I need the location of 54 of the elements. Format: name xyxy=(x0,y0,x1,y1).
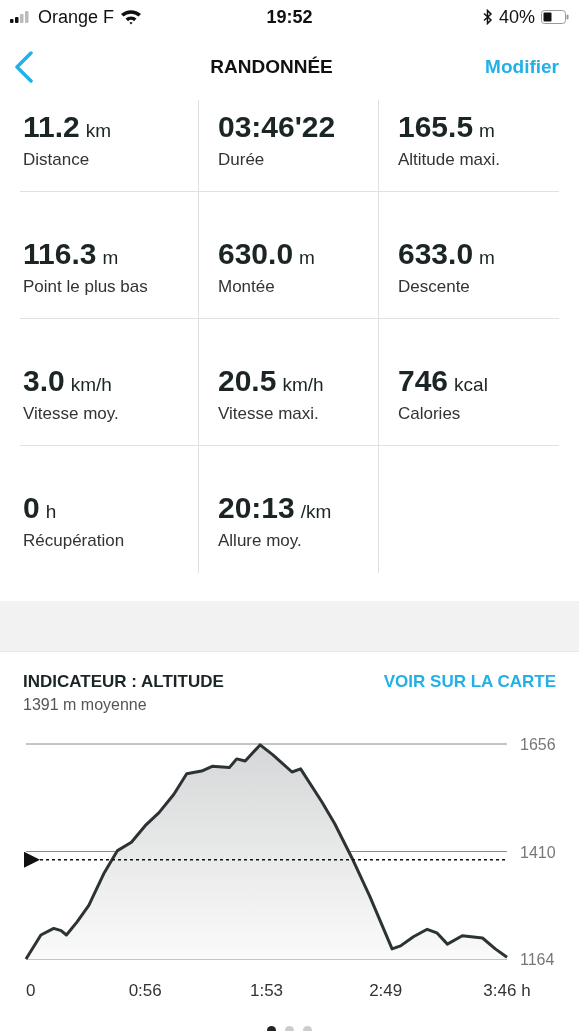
y-tick-label: 1410 xyxy=(520,843,556,861)
stat-value: 20.5 xyxy=(218,364,277,398)
stat-label: Point le plus bas xyxy=(23,277,149,297)
stat-unit: m xyxy=(102,247,119,269)
chart-title: INDICATEUR : ALTITUDE xyxy=(23,672,224,692)
stat-unit: km xyxy=(85,120,112,142)
signal-icon xyxy=(10,11,32,23)
edit-button[interactable]: Modifier xyxy=(485,56,559,78)
stat-label: Durée xyxy=(218,150,266,170)
stat-label: Montée xyxy=(218,277,276,297)
carrier-name: Orange F xyxy=(38,6,115,28)
x-tick-label: 3:46 h xyxy=(483,981,531,1000)
stat-value: 630.0 xyxy=(218,237,294,271)
stat-value: 746 xyxy=(398,364,449,398)
stat-value: 3.0 xyxy=(23,364,65,398)
stat-unit: /km xyxy=(300,501,332,523)
stat-label: Allure moy. xyxy=(218,531,303,551)
battery-icon xyxy=(541,10,569,24)
stat-label: Récupération xyxy=(23,531,126,551)
stat-value: 116.3 xyxy=(23,237,97,271)
status-time: 19:52 xyxy=(266,6,313,28)
stat-label: Distance xyxy=(23,150,91,170)
view-on-map-link[interactable]: VOIR SUR LA CARTE xyxy=(383,672,556,692)
stat-value: 633.0 xyxy=(398,237,474,271)
x-tick-label: 1:53 xyxy=(249,981,284,1000)
average-marker-icon xyxy=(24,851,40,868)
stat-label: Altitude maxi. xyxy=(398,150,502,170)
back-icon[interactable] xyxy=(14,51,34,83)
stat-unit: h xyxy=(45,501,57,523)
stat-unit: m xyxy=(299,247,315,269)
stat-unit: km/h xyxy=(70,374,112,396)
stat-label: Vitesse moy. xyxy=(23,404,120,424)
bluetooth-icon xyxy=(482,9,493,25)
x-tick-label: 2:49 xyxy=(369,981,403,1000)
x-tick-label: 0 xyxy=(26,981,36,1000)
stat-value: 0 xyxy=(23,491,40,525)
stat-unit: m xyxy=(479,120,495,142)
stat-value: 11.2 xyxy=(23,110,80,144)
y-tick-label: 1656 xyxy=(520,736,556,753)
stat-label: Descente xyxy=(398,277,471,297)
stat-label: Vitesse maxi. xyxy=(218,404,320,424)
stat-unit: km/h xyxy=(282,374,324,396)
stat-label: Calories xyxy=(398,404,462,424)
y-tick-label: 1164 xyxy=(520,951,555,968)
wifi-icon xyxy=(120,9,143,25)
stat-unit: kcal xyxy=(454,374,488,396)
stat-value: 20:13 xyxy=(218,491,295,525)
chart-subtitle: 1391 m moyenne xyxy=(22,695,148,714)
stat-unit: m xyxy=(479,247,495,269)
screen-title: RANDONNÉE xyxy=(210,56,333,78)
stat-value: 165.5 xyxy=(398,110,474,144)
battery-percent: 40% xyxy=(498,6,535,28)
x-tick-label: 0:56 xyxy=(128,981,162,1000)
stat-value: 03:46'22 xyxy=(218,110,336,144)
